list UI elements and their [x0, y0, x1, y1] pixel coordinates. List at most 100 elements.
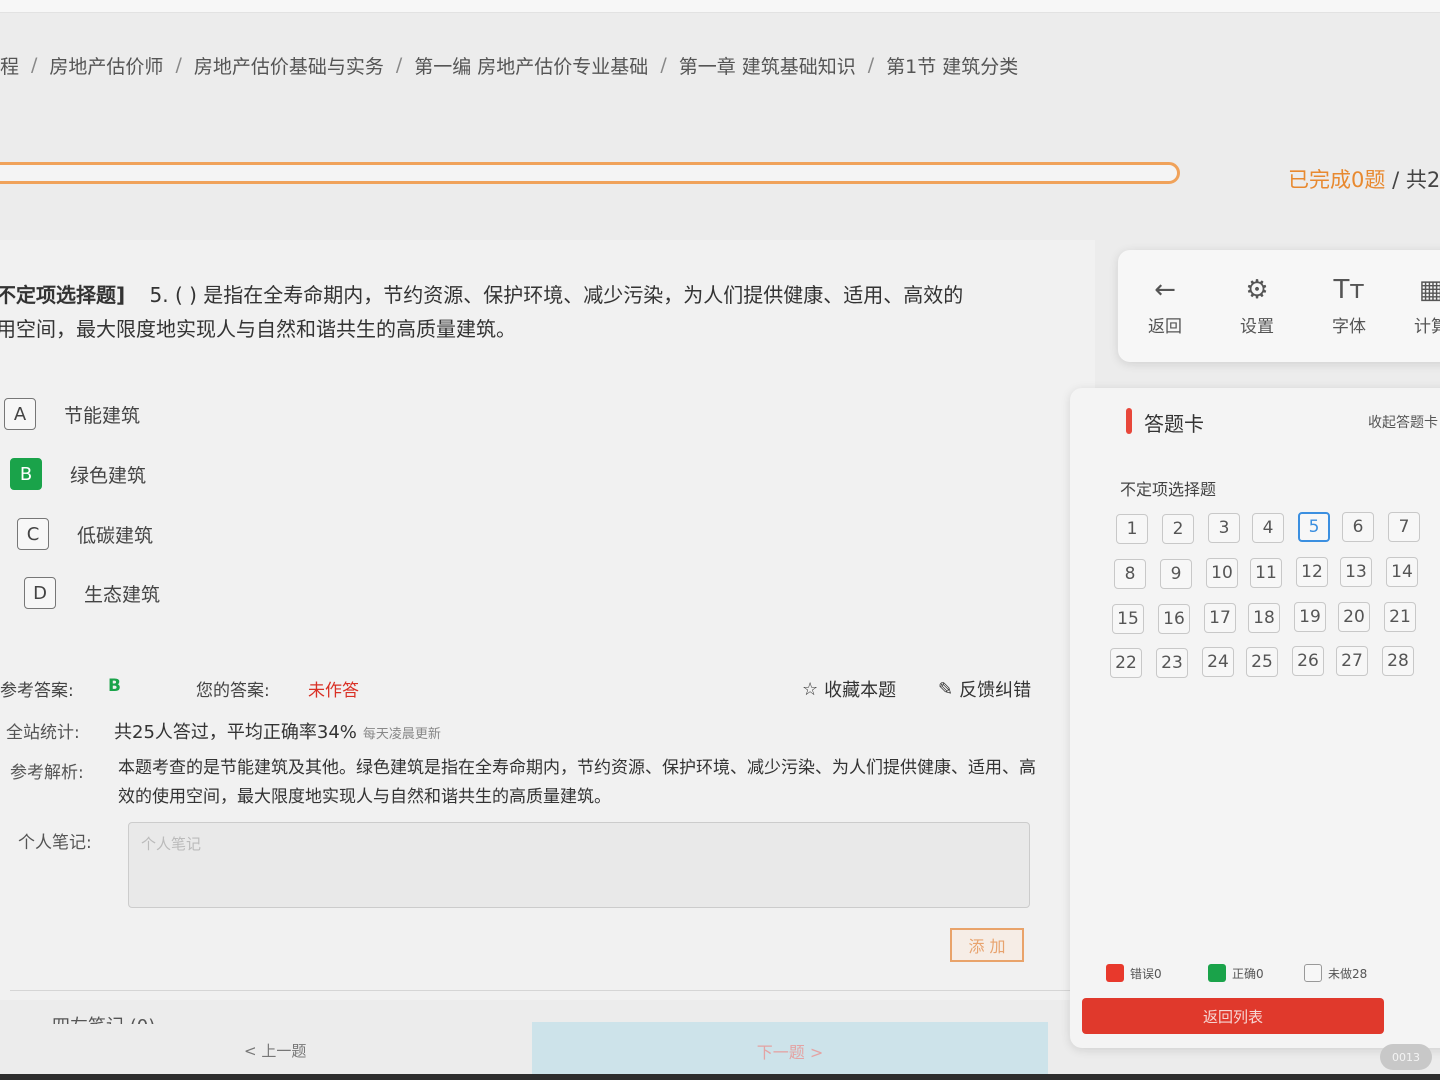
- question-number[interactable]: 9: [1160, 558, 1192, 589]
- option-d[interactable]: D 生态建筑: [24, 577, 160, 609]
- my-notes-heading: 四左笔记 (0): [52, 1012, 155, 1024]
- question-number[interactable]: 20: [1338, 602, 1370, 632]
- top-strip: [0, 0, 1440, 13]
- completed-count: 已完成0题: [1288, 168, 1386, 192]
- question-number[interactable]: 6: [1342, 512, 1374, 542]
- legend-wrong-swatch: [1106, 964, 1124, 982]
- question-number[interactable]: 12: [1296, 557, 1328, 588]
- option-text: 生态建筑: [84, 583, 161, 606]
- breadcrumb-separator: /: [175, 54, 182, 76]
- add-note-button[interactable]: 添 加: [950, 928, 1024, 962]
- settings-label: 设置: [1240, 317, 1274, 337]
- feedback-label: 反馈纠错: [959, 680, 1032, 701]
- breadcrumb-item-current: 第1节 建筑分类: [886, 55, 1019, 78]
- question-number[interactable]: 4: [1252, 512, 1284, 543]
- question-type: 不定项选择题]: [0, 283, 126, 307]
- your-answer-label: 您的答案:: [196, 681, 270, 701]
- question-number[interactable]: 15: [1112, 604, 1144, 634]
- floating-badge[interactable]: 0013: [1380, 1044, 1432, 1070]
- question-text-line1: ( ) 是指在全寿命期内，节约资源、保护环境、减少污染，为人们提供健康、适用、高…: [174, 283, 964, 307]
- question-number[interactable]: 2: [1162, 513, 1194, 544]
- settings-button[interactable]: ⚙ 设置: [1222, 274, 1292, 337]
- breadcrumb-item[interactable]: 第一编 房地产估价专业基础: [414, 52, 648, 79]
- breadcrumb-item[interactable]: 房地产估价师: [49, 52, 163, 79]
- reference-answer-label: 参考答案:: [0, 681, 74, 701]
- breadcrumb-item[interactable]: 房地产估价基础与实务: [194, 52, 384, 79]
- question-number[interactable]: 16: [1158, 603, 1190, 634]
- breadcrumb-separator: /: [867, 54, 875, 76]
- question-number[interactable]: 14: [1386, 556, 1418, 587]
- stats-value: 共25人答过，平均正确率34%: [114, 722, 357, 743]
- breadcrumb-separator: /: [31, 54, 38, 76]
- question-number[interactable]: 26: [1292, 646, 1324, 677]
- font-label: 字体: [1332, 317, 1366, 337]
- breadcrumb-item[interactable]: 程: [0, 52, 19, 79]
- font-button[interactable]: Tт 字体: [1314, 274, 1384, 337]
- card-title-bar: [1126, 408, 1132, 434]
- legend-correct: 正确0: [1208, 964, 1264, 982]
- question-number[interactable]: 11: [1250, 557, 1282, 588]
- back-label: 返回: [1148, 317, 1182, 337]
- back-button[interactable]: ← 返回: [1130, 274, 1200, 337]
- option-c[interactable]: C 低碳建筑: [17, 518, 153, 550]
- divider: [10, 990, 1090, 991]
- stats-label: 全站统计:: [6, 723, 80, 743]
- option-a[interactable]: A 节能建筑: [4, 398, 140, 430]
- gear-icon: ⚙: [1245, 275, 1269, 305]
- question-number[interactable]: 3: [1208, 513, 1240, 544]
- question-number[interactable]: 7: [1388, 511, 1420, 542]
- notes-input[interactable]: 个人笔记: [128, 822, 1030, 908]
- question-number[interactable]: 28: [1382, 645, 1414, 676]
- breadcrumb: 程 / 房地产估价师 / 房地产估价基础与实务 / 第一编 房地产估价专业基础 …: [0, 50, 1018, 80]
- site-stats: 全站统计: 共25人答过，平均正确率34% 每天凌晨更新: [6, 718, 441, 743]
- question-number[interactable]: 24: [1202, 647, 1234, 678]
- notes-label: 个人笔记:: [18, 833, 92, 853]
- option-text: 节能建筑: [64, 404, 141, 427]
- calculator-button[interactable]: ▦ 计算: [1396, 274, 1440, 337]
- back-arrow-icon: ←: [1154, 275, 1176, 305]
- feedback-button[interactable]: ✎ 反馈纠错: [938, 676, 1031, 702]
- question-number[interactable]: 21: [1384, 601, 1416, 632]
- reference-answer-value: B: [108, 676, 121, 696]
- toolbar: ← 返回 ⚙ 设置 Tт 字体 ▦ 计算: [1118, 250, 1440, 362]
- stats-note: 每天凌晨更新: [362, 727, 441, 742]
- option-text: 低碳建筑: [77, 524, 154, 547]
- answer-card-section: 不定项选择题: [1120, 480, 1217, 499]
- question-number[interactable]: 27: [1336, 646, 1368, 676]
- question-number-current[interactable]: 5: [1298, 512, 1330, 543]
- question-number[interactable]: 8: [1114, 559, 1146, 589]
- legend-wrong: 错误0: [1106, 964, 1162, 982]
- collapse-answer-card-button[interactable]: 收起答题卡: [1368, 412, 1438, 432]
- favorite-button[interactable]: ☆ 收藏本题: [802, 676, 896, 702]
- next-question-button[interactable]: 下一题 >: [532, 1022, 1048, 1080]
- question-number[interactable]: 10: [1206, 558, 1238, 589]
- question-number[interactable]: 18: [1248, 602, 1280, 633]
- answer-card: 答题卡 收起答题卡 不定项选择题 1 2 3 4 5 6 7 8 9 10 11 12 13 14 15 16…: [1070, 388, 1440, 1048]
- question-number[interactable]: 1: [1116, 514, 1148, 544]
- legend-correct-swatch: [1208, 964, 1226, 982]
- prev-question-button[interactable]: < 上一题: [244, 1040, 306, 1061]
- back-to-list-button[interactable]: 返回列表: [1082, 998, 1384, 1034]
- progress-text: 已完成0题 / 共28: [1288, 164, 1440, 194]
- calculator-label: 计算: [1414, 317, 1440, 337]
- legend-undone-label: 未做28: [1328, 966, 1368, 981]
- question-number[interactable]: 25: [1246, 646, 1278, 677]
- next-question-label: 下一题 >: [756, 1043, 824, 1062]
- question-text-line2: 用空间，最大限度地实现人与自然和谐共生的高质量建筑。: [0, 317, 516, 341]
- question-number[interactable]: 17: [1204, 603, 1236, 634]
- calculator-icon: ▦: [1418, 275, 1440, 305]
- star-icon: ☆: [802, 678, 819, 700]
- question-number: 5.: [149, 283, 169, 307]
- analysis-label: 参考解析:: [10, 763, 84, 783]
- question-number[interactable]: 13: [1340, 557, 1372, 587]
- breadcrumb-separator: /: [660, 54, 667, 76]
- option-b[interactable]: B 绿色建筑: [10, 458, 146, 490]
- option-letter: C: [17, 518, 49, 550]
- favorite-label: 收藏本题: [824, 680, 897, 701]
- question-number[interactable]: 19: [1294, 602, 1326, 633]
- option-letter: A: [4, 398, 36, 430]
- legend-undone: 未做28: [1304, 964, 1367, 982]
- breadcrumb-item[interactable]: 第一章 建筑基础知识: [679, 52, 856, 79]
- question-number[interactable]: 22: [1110, 648, 1142, 678]
- question-number[interactable]: 23: [1156, 647, 1188, 678]
